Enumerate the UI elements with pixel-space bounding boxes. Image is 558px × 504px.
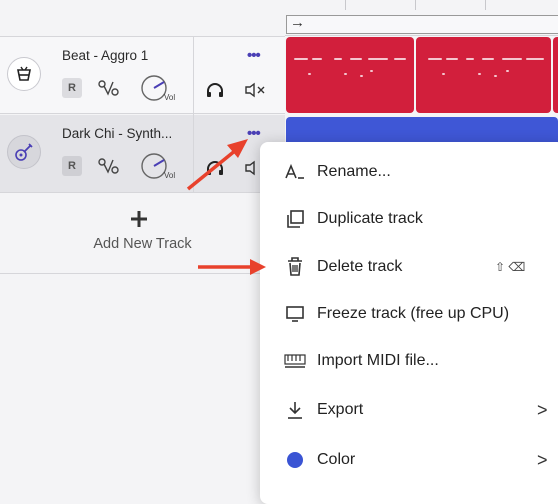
monitor-icon <box>284 303 306 325</box>
menu-item-export[interactable]: Export > <box>260 388 558 432</box>
ruler-tick <box>415 0 416 10</box>
track-row-beat[interactable]: Beat - Aggro 1 R Vol ••• <box>0 36 285 115</box>
plus-icon <box>128 208 150 230</box>
note <box>428 58 442 60</box>
note <box>370 70 373 72</box>
color-dot-icon <box>284 449 306 471</box>
menu-item-rename[interactable]: Rename... <box>260 150 558 194</box>
note <box>312 58 322 60</box>
note <box>394 58 406 60</box>
guitar-icon[interactable] <box>7 135 41 169</box>
menu-item-color[interactable]: Color > <box>260 438 558 482</box>
note <box>466 58 474 60</box>
mute-icon[interactable] <box>244 82 266 98</box>
volume-label: Vol <box>164 93 176 102</box>
rename-icon <box>284 161 306 183</box>
headphones-icon[interactable] <box>206 82 224 98</box>
menu-item-label: Export <box>317 401 364 418</box>
menu-item-label: Duplicate track <box>317 210 423 227</box>
timeline-ruler[interactable]: → <box>285 0 558 36</box>
track-context-menu: Rename... Duplicate track Delete track ⇧… <box>260 142 558 504</box>
note <box>368 58 388 60</box>
ruler-tick <box>345 0 346 10</box>
note <box>478 73 481 75</box>
trash-icon <box>284 256 306 278</box>
loop-region[interactable]: → <box>286 14 558 34</box>
note <box>482 58 494 60</box>
menu-item-duplicate-track[interactable]: Duplicate track <box>260 197 558 241</box>
tracks-panel: Beat - Aggro 1 R Vol ••• Dark Chi - Synt… <box>0 0 285 504</box>
download-icon <box>284 399 306 421</box>
note <box>494 75 497 77</box>
midi-clip[interactable] <box>286 37 414 113</box>
menu-item-import-midi[interactable]: Import MIDI file... <box>260 339 558 383</box>
note <box>442 73 445 75</box>
menu-item-delete-track[interactable]: Delete track ⇧ ⌫ <box>260 245 558 289</box>
track-row-synth[interactable]: Dark Chi - Synth... R Vol ••• <box>0 115 285 193</box>
record-arm-button[interactable]: R <box>62 156 82 176</box>
keyboard-shortcut: ⇧ ⌫ <box>495 260 526 274</box>
volume-label: Vol <box>164 171 176 180</box>
loop-arrow-icon: → <box>290 14 305 31</box>
drum-machine-icon[interactable] <box>7 57 41 91</box>
automation-icon[interactable] <box>97 77 121 99</box>
track-menu-button[interactable]: ••• <box>247 47 261 64</box>
note <box>526 58 544 60</box>
column-divider <box>193 37 194 115</box>
note <box>308 73 311 75</box>
note <box>334 58 342 60</box>
record-arm-button[interactable]: R <box>62 78 82 98</box>
note <box>506 70 509 72</box>
midi-clip[interactable] <box>416 37 551 113</box>
note <box>294 58 308 60</box>
chevron-right-icon: > <box>537 449 548 470</box>
chevron-right-icon: > <box>537 399 548 420</box>
note <box>350 58 362 60</box>
menu-item-label: Delete track <box>317 258 403 275</box>
add-new-track-button[interactable]: Add New Track <box>0 194 285 274</box>
note <box>446 58 458 60</box>
midi-icon <box>284 350 306 372</box>
duplicate-icon <box>284 208 306 230</box>
menu-item-label: Rename... <box>317 163 391 180</box>
track-name[interactable]: Dark Chi - Synth... <box>62 126 172 141</box>
menu-item-label: Color <box>317 451 356 468</box>
note <box>502 58 522 60</box>
menu-item-label: Freeze track (free up CPU) <box>317 305 510 322</box>
ruler-tick <box>485 0 486 10</box>
note <box>360 75 363 77</box>
column-divider <box>193 115 194 193</box>
track-name[interactable]: Beat - Aggro 1 <box>62 48 148 63</box>
automation-icon[interactable] <box>97 155 121 177</box>
note <box>344 73 347 75</box>
menu-item-label: Import MIDI file... <box>317 352 439 369</box>
headphones-icon[interactable] <box>206 160 224 176</box>
midi-clip[interactable] <box>553 37 558 113</box>
track-menu-button[interactable]: ••• <box>247 125 261 142</box>
add-new-track-label: Add New Track <box>93 236 192 252</box>
menu-item-freeze-track[interactable]: Freeze track (free up CPU) <box>260 292 558 336</box>
